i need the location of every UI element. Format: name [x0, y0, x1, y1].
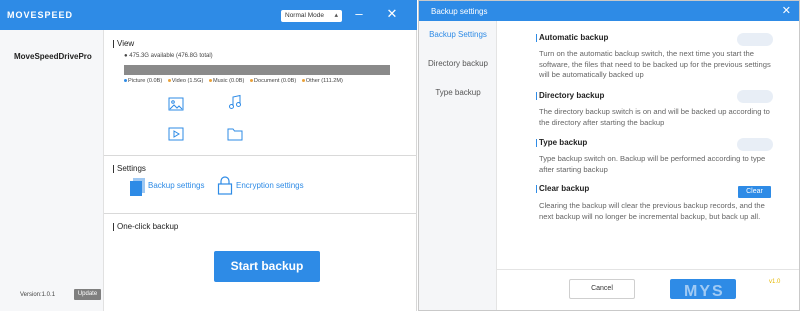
video-icon[interactable] [168, 126, 184, 142]
watermark: MYS [684, 283, 725, 300]
backup-settings-icon[interactable] [130, 178, 146, 198]
version-tag: v1.0 [769, 279, 781, 285]
minimize-icon[interactable]: – [352, 7, 366, 21]
mode-select[interactable]: Normal Mode ▴ [281, 10, 342, 22]
main-titlebar: MOVESPEED Normal Mode ▴ – ✕ [0, 0, 417, 30]
legend-label: Other (111.2M) [305, 78, 343, 84]
automatic-backup-toggle[interactable] [737, 33, 773, 46]
directory-backup-title: Directory backup [535, 91, 605, 100]
legend-item: Music (0.0B) [208, 78, 245, 84]
backup-settings-dialog: Backup settings ✕ Backup Settings Direct… [418, 0, 800, 311]
legend-dot-icon [208, 79, 212, 83]
automatic-backup-desc: Turn on the automatic backup switch, the… [539, 49, 771, 79]
nav-backup-settings[interactable]: Backup Settings [419, 30, 497, 39]
storage-usage-bar [124, 65, 390, 75]
clear-backup-desc: Clearing the backup will clear the previ… [539, 201, 765, 221]
view-section: View ● 475.3G available (476.8G total) P… [104, 30, 417, 156]
cancel-button[interactable]: Cancel [569, 279, 635, 299]
legend-dot-icon [301, 79, 305, 83]
nav-directory-backup[interactable]: Directory backup [419, 59, 497, 68]
lock-icon[interactable] [217, 176, 233, 197]
directory-backup-toggle[interactable] [737, 90, 773, 103]
storage-available: ● 475.3G available (476.8G total) [124, 53, 213, 59]
legend-item: Other (111.2M) [301, 78, 343, 84]
legend-label: Document (0.0B) [253, 78, 297, 84]
legend-dot-icon [124, 79, 127, 83]
version-label: Version:1.0.1 [20, 292, 56, 298]
music-icon[interactable] [227, 94, 243, 110]
type-backup-desc: Type backup switch on. Backup will be pe… [539, 154, 766, 174]
legend-label: Video (1.5G) [171, 78, 204, 84]
dialog-titlebar: Backup settings ✕ [419, 1, 799, 21]
dialog-sidebar: Backup Settings Directory backup Type ba… [419, 21, 497, 310]
oneclick-title: One-click backup [112, 222, 179, 231]
start-backup-button[interactable]: Start backup [214, 251, 320, 282]
legend-dot-icon [249, 79, 253, 83]
storage-legend: Picture (0.0B) Video (1.5G) Music (0.0B)… [124, 78, 347, 84]
type-backup-toggle[interactable] [737, 138, 773, 151]
folder-icon[interactable] [227, 126, 243, 142]
settings-title: Settings [113, 164, 146, 173]
directory-backup-desc: The directory backup switch is on and wi… [539, 107, 770, 127]
nav-type-backup[interactable]: Type backup [419, 88, 497, 97]
main-window: MOVESPEED Normal Mode ▴ – ✕ MoveSpeedDri… [0, 0, 417, 311]
legend-item: Picture (0.0B) [124, 78, 162, 84]
backup-settings-link[interactable]: Backup settings [148, 181, 204, 190]
encryption-settings-link[interactable]: Encryption settings [236, 181, 304, 190]
legend-label: Music (0.0B) [212, 78, 245, 84]
close-icon[interactable]: ✕ [385, 7, 399, 21]
dialog-footer [497, 269, 799, 310]
close-icon[interactable]: ✕ [782, 4, 791, 17]
mode-select-value: Normal Mode [285, 12, 325, 19]
chevron-down-icon: ▴ [334, 12, 338, 19]
clear-backup-title: Clear backup [535, 184, 590, 193]
clear-button[interactable]: Clear [738, 186, 771, 198]
automatic-backup-title: Automatic backup [535, 33, 609, 42]
legend-dot-icon [167, 79, 171, 83]
legend-label: Picture (0.0B) [128, 78, 163, 84]
sidebar-item-device[interactable]: MoveSpeedDrivePro [0, 52, 104, 70]
storage-available-text: 475.3G available (476.8G total) [129, 53, 213, 59]
legend-item: Video (1.5G) [167, 78, 204, 84]
brand-logo: MOVESPEED [7, 10, 74, 20]
type-backup-title: Type backup [535, 138, 588, 147]
picture-icon[interactable] [168, 96, 184, 112]
dialog-title: Backup settings [431, 7, 488, 16]
device-sidebar: MoveSpeedDrivePro Version:1.0.1 Update [0, 30, 104, 311]
legend-item: Document (0.0B) [249, 78, 297, 84]
update-button[interactable]: Update [74, 289, 101, 300]
view-title: View [112, 39, 135, 48]
